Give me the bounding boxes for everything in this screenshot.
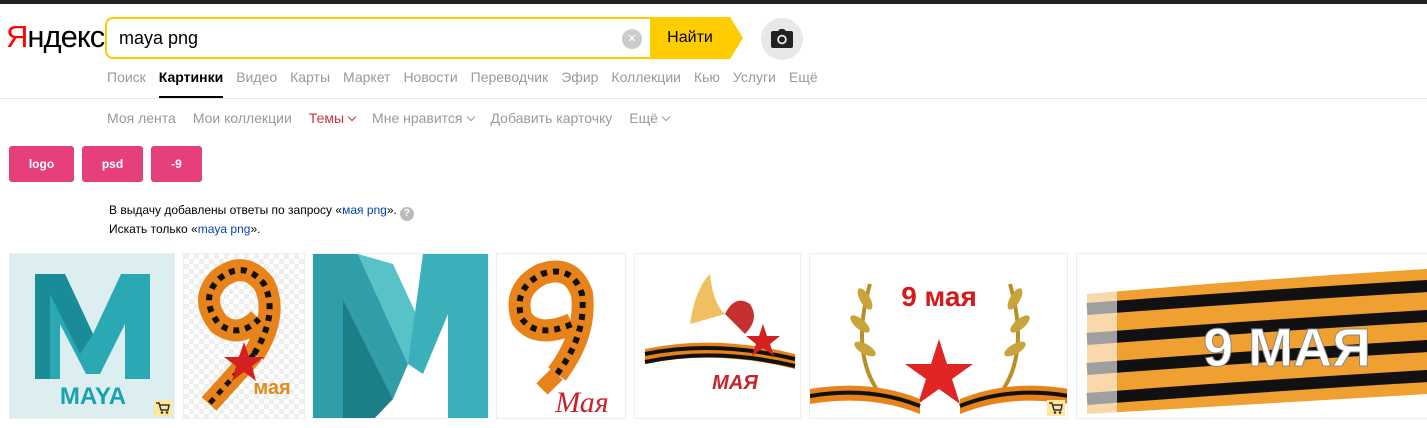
chip-logo[interactable]: logo [9, 146, 74, 182]
top-strip [0, 0, 1427, 4]
find-button[interactable]: Найти [650, 17, 730, 59]
my-feed-link[interactable]: Моя лента [107, 108, 176, 128]
corrected-query-link[interactable]: мая png [342, 203, 387, 217]
maya-m-image [313, 254, 488, 418]
tag-chips: logo psd -9 [9, 146, 210, 182]
service-more[interactable]: Ещё [789, 67, 818, 99]
my-collections-link[interactable]: Мои коллекции [193, 108, 292, 128]
maya-logo-image: MAYA [10, 254, 174, 418]
image-result-laurel-wreath-nine[interactable]: 9 мая [809, 253, 1068, 419]
add-card-link[interactable]: Добавить карточку [491, 108, 613, 128]
clear-icon[interactable]: × [622, 29, 642, 49]
more-label: Ещё [629, 110, 658, 126]
note-text: Искать только « [109, 222, 198, 236]
note-text: ». [250, 222, 261, 236]
note-text: В выдачу добавлены ответы по запросу « [109, 203, 343, 217]
service-q[interactable]: Кью [694, 67, 720, 99]
nine-ribbon-text: мая [253, 377, 290, 399]
themes-dropdown[interactable]: Темы [308, 108, 357, 128]
query-correction-note: В выдачу добавлены ответы по запросу «ма… [109, 202, 414, 237]
likes-label: Мне нравится [372, 110, 463, 126]
note-line-2: Искать только «maya png». [109, 221, 414, 237]
note-line-1: В выдачу добавлены ответы по запросу «ма… [109, 202, 414, 221]
image-result-maya-m-large[interactable] [312, 253, 489, 419]
wreath-text: 9 мая [901, 281, 977, 312]
chevron-down-icon [347, 112, 357, 122]
camera-search-button[interactable] [761, 18, 803, 60]
find-button-arrow [730, 17, 743, 59]
image-result-victory-day-emblem[interactable]: МАЯ [634, 253, 801, 419]
chevron-down-icon [466, 112, 475, 122]
original-query-link[interactable]: maya png [198, 222, 251, 236]
images-subnav: Моя лента Мои коллекции Темы Мне нравитс… [107, 108, 686, 128]
more-dropdown[interactable]: Ещё [629, 108, 671, 128]
service-collections[interactable]: Коллекции [611, 67, 681, 99]
nine-ribbon-script-image: Мая [497, 254, 625, 419]
victory-emblem-text: МАЯ [712, 372, 758, 394]
service-efir[interactable]: Эфир [561, 67, 598, 99]
service-translate[interactable]: Переводчик [471, 67, 549, 99]
service-uslugi[interactable]: Услуги [733, 67, 776, 99]
service-market[interactable]: Маркет [343, 67, 390, 99]
chevron-down-icon [661, 112, 671, 122]
help-icon[interactable]: ? [399, 207, 414, 221]
victory-day-emblem-image: МАЯ [635, 254, 800, 418]
nine-ribbon-star-image: мая [184, 254, 304, 418]
shopping-cart-icon [154, 400, 172, 416]
service-search[interactable]: Поиск [107, 67, 146, 99]
service-video[interactable]: Видео [236, 67, 277, 99]
image-result-nine-ribbon-star[interactable]: мая [183, 253, 305, 419]
ribbon-banner-image: 9 МАЯ [1077, 254, 1427, 418]
service-news[interactable]: Новости [403, 67, 457, 99]
maya-logo-text: MAYA [60, 383, 126, 410]
themes-label: Темы [308, 110, 345, 126]
laurel-wreath-image: 9 мая [810, 254, 1067, 418]
search-box: × [105, 17, 650, 59]
nine-script-text: Мая [554, 386, 609, 419]
logo-rest: ндекс [27, 19, 105, 54]
chip-psd[interactable]: psd [82, 146, 143, 182]
yandex-logo[interactable]: Яндекс [6, 19, 105, 54]
service-images[interactable]: Картинки [158, 67, 224, 99]
image-result-nine-ribbon-script[interactable]: Мая [496, 253, 626, 419]
services-nav: Поиск Картинки Видео Карты Маркет Новост… [107, 67, 831, 99]
service-maps[interactable]: Карты [290, 67, 330, 99]
image-result-ribbon-banner[interactable]: 9 МАЯ [1076, 253, 1427, 419]
camera-icon [771, 29, 793, 48]
image-result-maya-logo[interactable]: MAYA [9, 253, 175, 419]
likes-dropdown[interactable]: Мне нравится [372, 108, 475, 128]
ribbon-banner-text: 9 МАЯ [1203, 318, 1371, 378]
logo-ya: Я [6, 19, 28, 54]
search-input[interactable] [119, 27, 614, 49]
shopping-cart-icon [1047, 400, 1065, 416]
chip-nine[interactable]: -9 [151, 146, 202, 182]
nav-divider [0, 98, 1427, 99]
note-text: ». [386, 203, 397, 217]
